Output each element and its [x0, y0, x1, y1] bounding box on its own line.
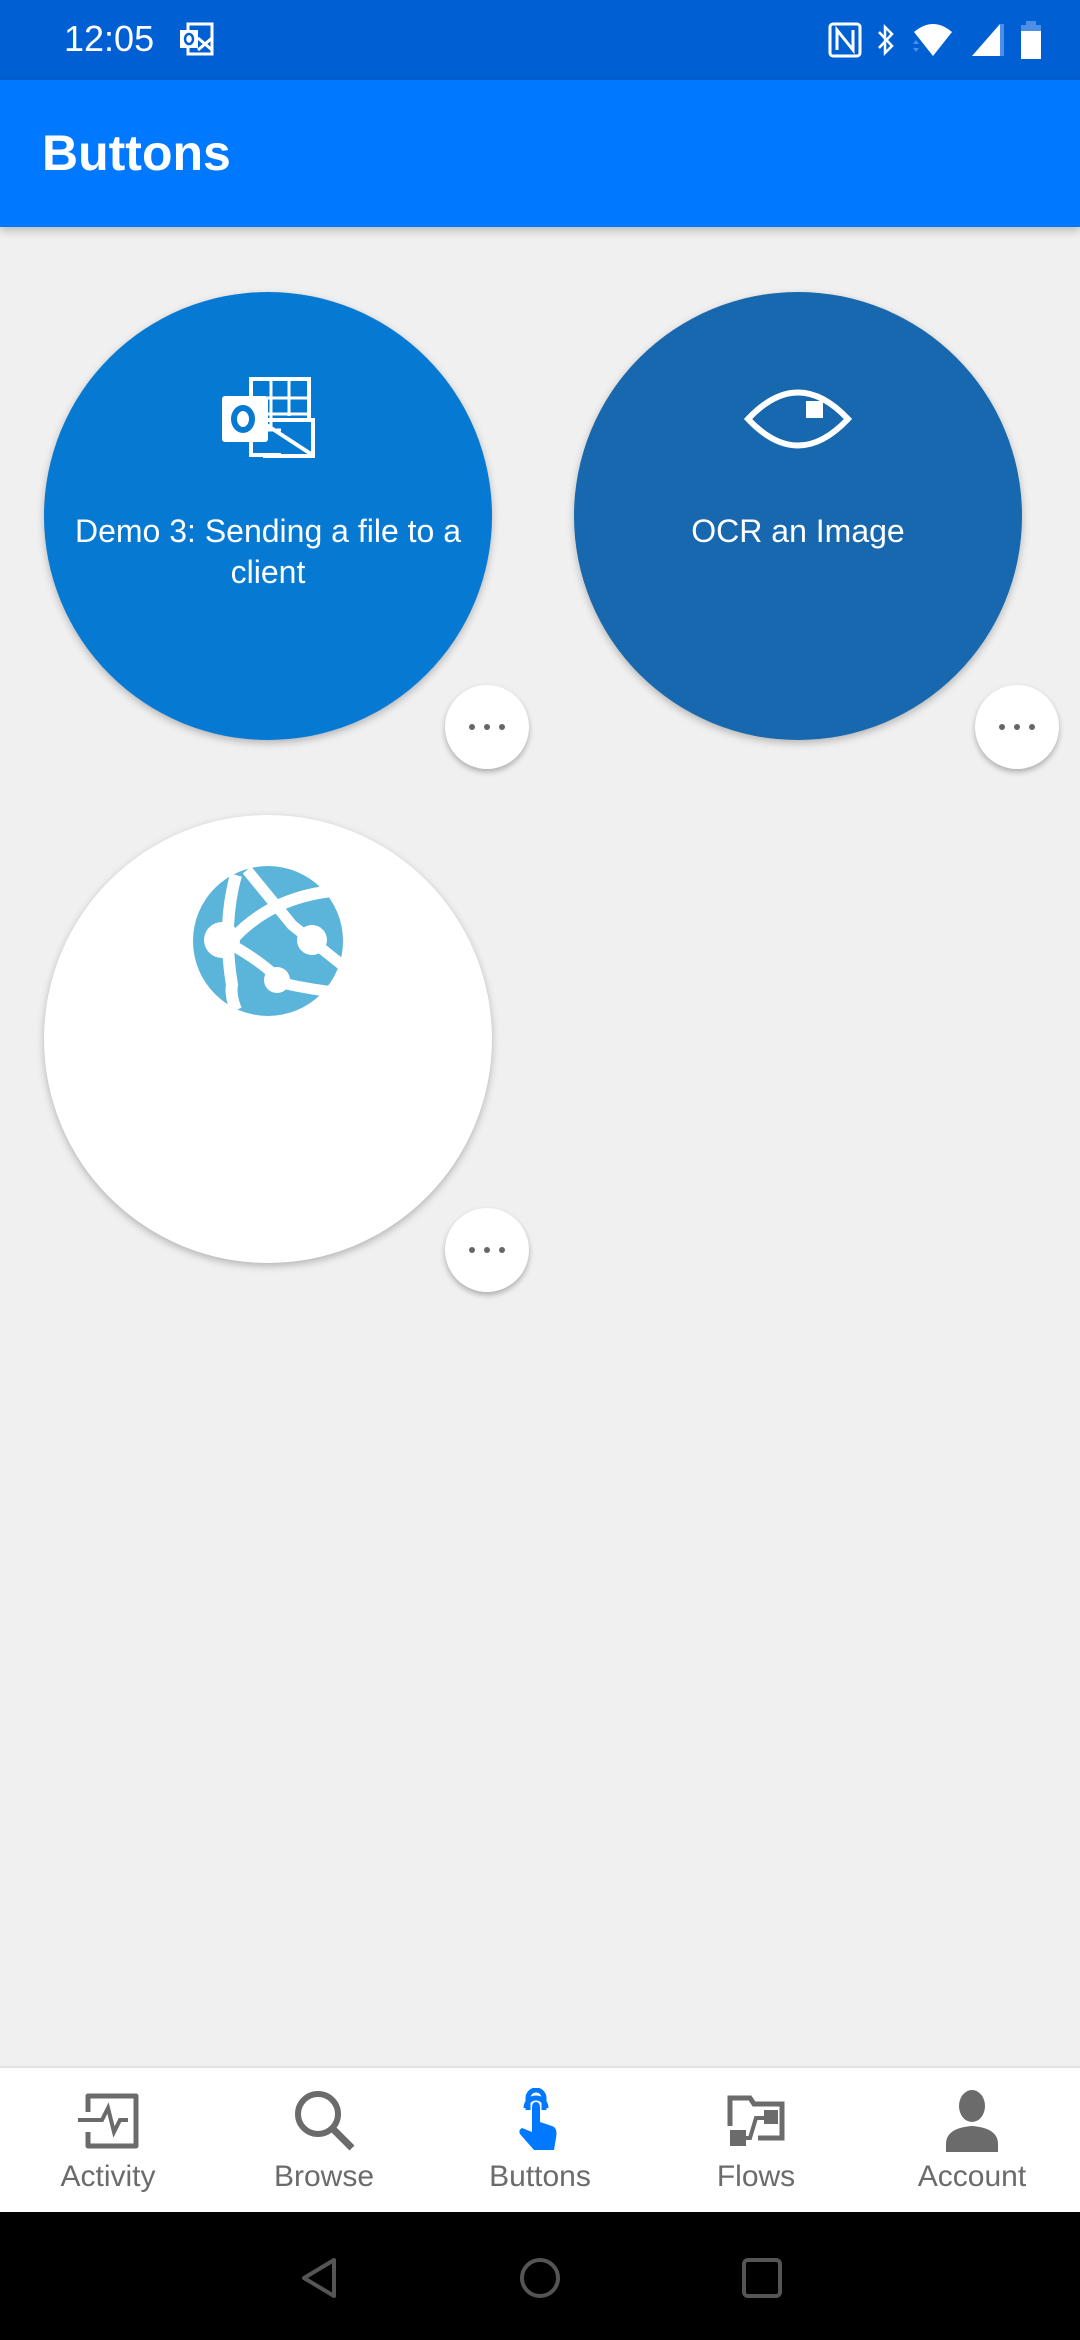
more-options-button[interactable]: [975, 685, 1059, 769]
status-time: 12:05: [64, 18, 155, 59]
nav-label: Flows: [716, 2160, 796, 2193]
dot: [499, 724, 505, 730]
dot: [1014, 724, 1020, 730]
dot: [469, 1247, 475, 1253]
nav-label: Account: [917, 2160, 1027, 2193]
dot: [499, 1247, 505, 1253]
back-icon[interactable]: [298, 2256, 342, 2300]
dot: [469, 724, 475, 730]
nav-label: Browse: [273, 2160, 375, 2193]
nav-item-browse[interactable]: Browse: [216, 2068, 432, 2214]
outlook-icon: [221, 376, 315, 460]
page-title: Buttons: [42, 125, 231, 181]
button-tile-outlook[interactable]: Demo 3: Sending a file to a client: [44, 292, 492, 740]
outlook-notification-icon: [178, 22, 218, 58]
person-icon: [940, 2088, 1004, 2152]
dot: [1029, 724, 1035, 730]
nav-item-activity[interactable]: Activity: [0, 2068, 216, 2214]
status-icons: [828, 20, 1042, 60]
eye-icon: [743, 380, 853, 458]
home-icon[interactable]: [518, 2256, 562, 2300]
nav-label: Activity: [60, 2160, 156, 2193]
web-app-globe-icon: [192, 865, 346, 1017]
search-icon: [292, 2088, 356, 2152]
nfc-icon: [828, 22, 862, 58]
button-tile-web[interactable]: [44, 815, 492, 1263]
nav-label: Buttons: [489, 2160, 591, 2193]
more-options-button[interactable]: [445, 685, 529, 769]
bottom-nav: Activity Browse Buttons Flows Account: [0, 2066, 1080, 2214]
nav-item-flows[interactable]: Flows: [648, 2068, 864, 2214]
button-tile-ocr[interactable]: OCR an Image: [574, 292, 1022, 740]
activity-icon: [76, 2088, 140, 2152]
app-bar: Buttons: [0, 80, 1080, 227]
nav-item-account[interactable]: Account: [864, 2068, 1080, 2214]
bluetooth-icon: [878, 23, 894, 57]
more-options-button[interactable]: [445, 1208, 529, 1292]
cell-signal-icon: [972, 24, 1004, 56]
recents-icon[interactable]: [740, 2256, 784, 2300]
system-nav-bar: [0, 2212, 1080, 2340]
button-label: Demo 3: Sending a file to a client: [74, 513, 461, 590]
battery-icon: [1021, 21, 1041, 59]
flows-icon: [724, 2088, 788, 2152]
dot: [484, 724, 490, 730]
dot: [999, 724, 1005, 730]
status-bar: 12:05: [0, 0, 1080, 80]
button-label: OCR an Image: [691, 513, 905, 549]
dot: [484, 1247, 490, 1253]
wifi-icon: [913, 24, 952, 56]
touch-icon: [508, 2087, 572, 2152]
nav-item-buttons[interactable]: Buttons: [432, 2068, 648, 2214]
